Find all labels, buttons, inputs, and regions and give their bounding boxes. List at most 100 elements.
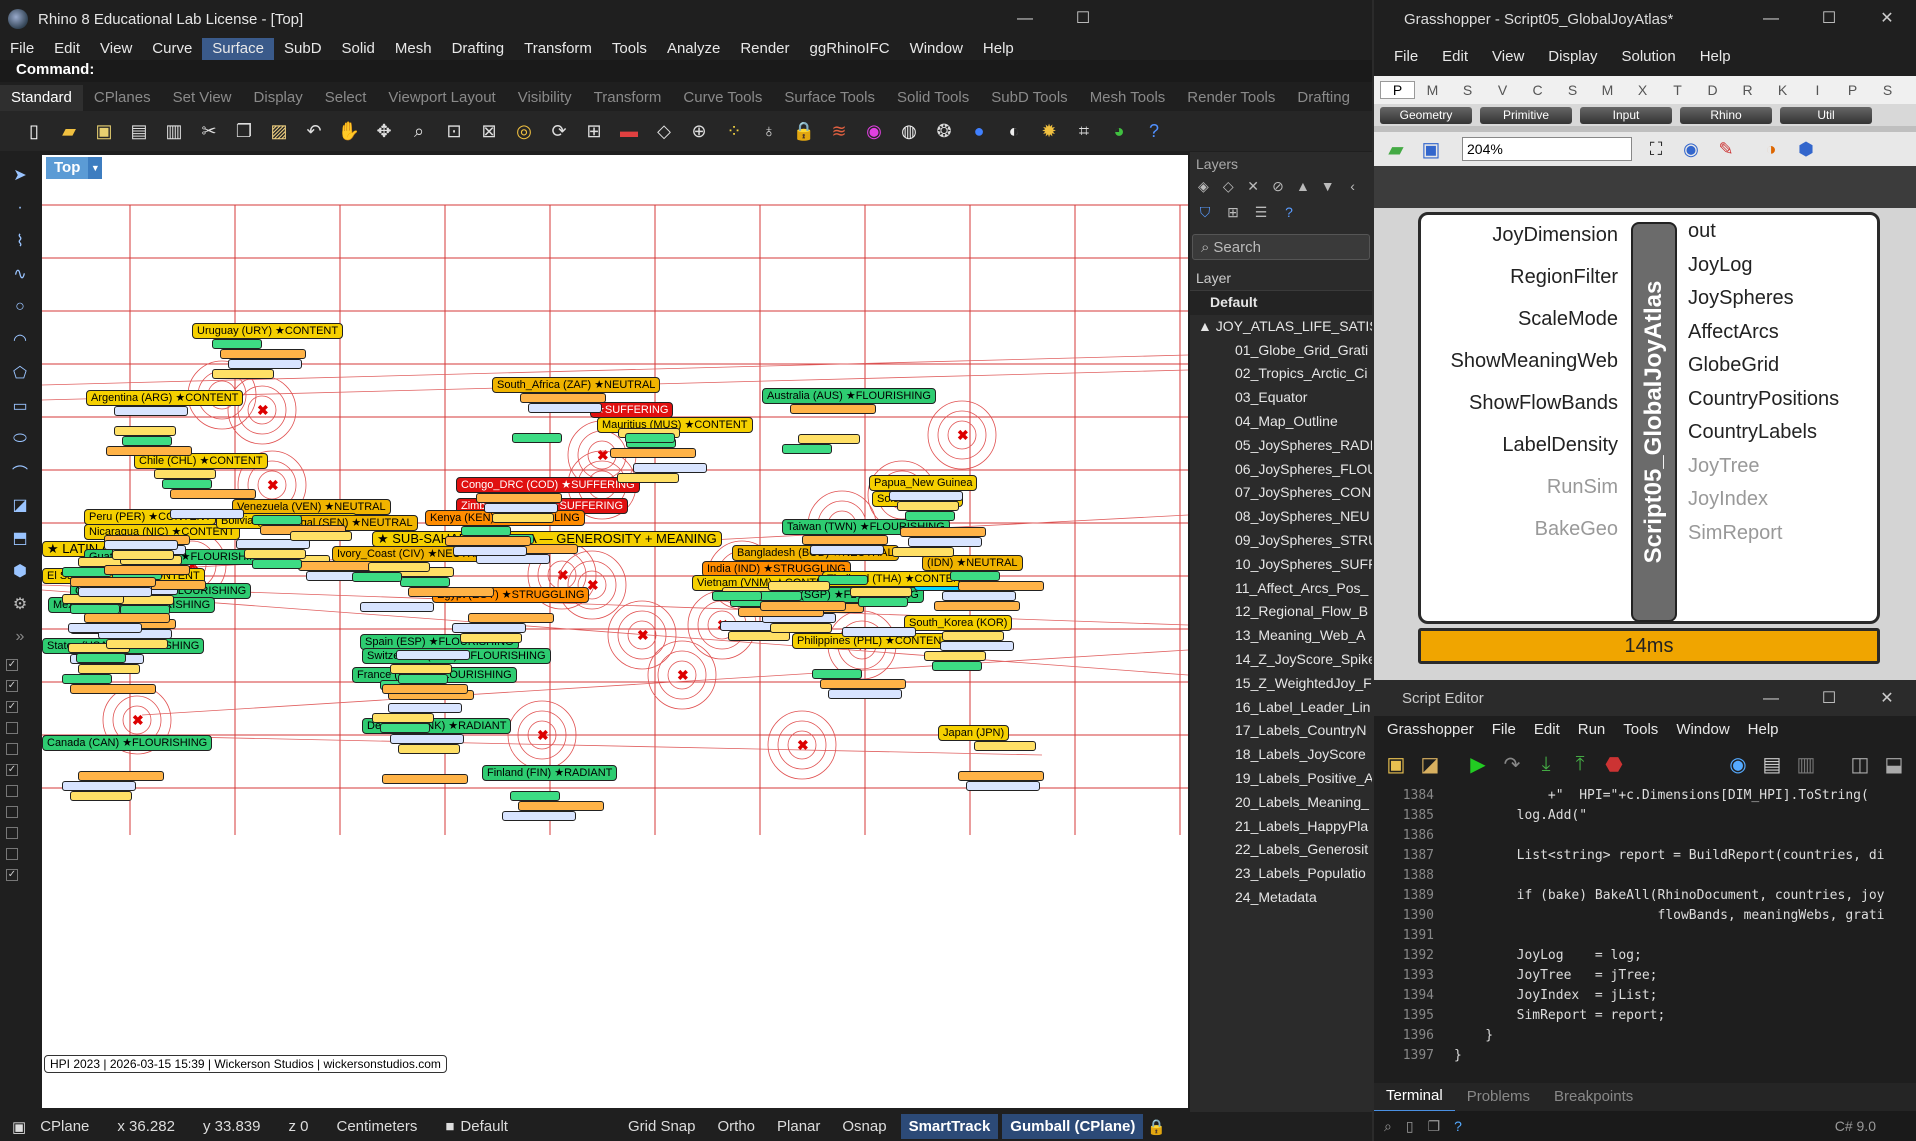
rotate-icon[interactable]: ⟳ [545,117,573,145]
gh-menu-display[interactable]: Display [1536,46,1609,68]
layer-color-swatch[interactable]: ■ [445,1118,454,1135]
new-layer-icon[interactable]: ◈ [1194,178,1213,200]
layer-item[interactable]: 14_Z_JoyScore_Spike [1190,648,1372,672]
split-panel-icon[interactable]: ◫ [1848,752,1872,777]
tab-curve-tools[interactable]: Curve Tools [672,85,773,111]
tab-visibility[interactable]: Visibility [507,85,583,111]
new-sublayer-icon[interactable]: ◇ [1219,178,1238,200]
gh-category-tab[interactable]: M [1590,82,1625,98]
se-menu-run[interactable]: Run [1569,719,1615,741]
se-package-icon[interactable]: ◪ [1418,752,1442,777]
tab-terminal[interactable]: Terminal [1374,1082,1455,1112]
checkbox-8[interactable] [6,806,18,818]
paste-icon[interactable]: ▨ [265,117,293,145]
expand-icon[interactable]: » [7,624,33,650]
print-icon[interactable]: ▤ [125,117,153,145]
arc-icon[interactable]: ◠ [7,327,33,353]
smarttrack-toggle[interactable]: SmartTrack [900,1114,999,1139]
zoom-icon[interactable]: ⌕ [405,117,433,145]
checkbox-4[interactable] [6,722,18,734]
se-menu-file[interactable]: File [1483,719,1525,741]
checkbox-7[interactable] [6,785,18,797]
se-menu-edit[interactable]: Edit [1525,719,1569,741]
gh-category-tab[interactable]: P [1380,81,1415,99]
menu-tools[interactable]: Tools [602,38,657,60]
tab-transform[interactable]: Transform [583,85,673,111]
panel-toggle-icon[interactable]: ▣ [12,1118,26,1136]
cut-icon[interactable]: ✂ [195,117,223,145]
checkbox-9[interactable] [6,827,18,839]
gh-category-tab[interactable]: T [1660,82,1695,98]
layer-help-icon[interactable]: ? [1278,204,1300,226]
gh-category-tab[interactable]: R [1730,82,1765,98]
gh-menu-view[interactable]: View [1480,46,1536,68]
component-input[interactable]: JoyDimension [1492,224,1618,247]
se-minimize-button[interactable]: — [1742,680,1800,716]
gh-category-tab[interactable]: S [1870,82,1905,98]
car-icon[interactable]: ▬ [615,117,643,145]
menu-subd[interactable]: SubD [274,38,332,60]
command-line[interactable]: Command: [0,60,1372,82]
tab-render-tools[interactable]: Render Tools [1176,85,1286,111]
menu-surface[interactable]: Surface [202,38,274,60]
menu-analyze[interactable]: Analyze [657,38,730,60]
tab-problems[interactable]: Problems [1455,1083,1542,1111]
gh-category-tab[interactable]: C [1520,82,1555,98]
fillet-icon[interactable]: ⌒ [7,459,33,485]
component-output[interactable]: CountryPositions [1688,388,1839,411]
save-icon[interactable]: ▣ [90,117,118,145]
layer-item[interactable]: 16_Label_Leader_Lin [1190,696,1372,720]
gh-zoom-field[interactable]: 204% [1462,137,1632,161]
checkbox-6[interactable]: ✓ [6,764,18,776]
select-points-icon[interactable]: ⁘ [720,117,748,145]
step-into-icon[interactable]: ⤓ [1534,753,1558,776]
sphere-icon[interactable]: ◍ [895,117,923,145]
layer-filter-icon[interactable]: ⊘ [1269,178,1288,200]
viewport-tab[interactable]: Top ▼ [46,157,103,179]
layer-item[interactable]: 05_JoySpheres_RADI [1190,434,1372,458]
gh-mesh-preview-icon[interactable]: ⬢ [1792,135,1820,163]
status-cplane[interactable]: CPlane [40,1118,89,1135]
layer-item[interactable]: 08_JoySpheres_NEU [1190,505,1372,529]
open-file-icon[interactable]: ▰ [55,117,83,145]
gh-sketch-icon[interactable]: ✎ [1712,135,1740,163]
tab-surface-tools[interactable]: Surface Tools [773,85,886,111]
checkbox-3[interactable]: ✓ [6,701,18,713]
se-file-icon[interactable]: ▯ [1406,1118,1414,1135]
gh-menu-file[interactable]: File [1382,46,1430,68]
polyline-icon[interactable]: ⌇ [7,228,33,254]
render-icon[interactable]: ● [965,117,993,145]
gh-open-icon[interactable]: ▰ [1382,135,1410,163]
gh-category-tab[interactable]: V [1485,82,1520,98]
checkbox-11[interactable]: ✓ [6,869,18,881]
layer-item[interactable]: 10_JoySpheres_SUFF [1190,553,1372,577]
point-icon[interactable]: · [7,195,33,221]
lock-icon[interactable]: 🔒 [1147,1118,1166,1136]
script-component[interactable]: Script05_GlobalJoyAtlas JoyDimension Regi… [1418,212,1880,664]
layer-item[interactable]: 09_JoySpheres_STRU [1190,529,1372,553]
menu-help[interactable]: Help [973,38,1024,60]
gear-icon[interactable]: ⚙ [7,591,33,617]
gh-sub-primitive[interactable]: Primitive [1480,106,1572,124]
tab-mesh-tools[interactable]: Mesh Tools [1079,85,1177,111]
layer-item[interactable]: 15_Z_WeightedJoy_F [1190,672,1372,696]
rectangle-icon[interactable]: ▭ [7,393,33,419]
layer-parent[interactable]: ▲ JOY_ATLAS_LIFE_SATISF [1190,315,1372,339]
layer-item[interactable]: 12_Regional_Flow_B [1190,600,1372,624]
gh-sub-util[interactable]: Util [1780,106,1872,124]
gh-shaded-preview-icon[interactable]: ◑ [1757,135,1785,163]
menu-transform[interactable]: Transform [514,38,602,60]
watch-icon[interactable]: ◉ [1726,752,1750,777]
copy-icon[interactable]: ❐ [230,117,258,145]
document-icon[interactable]: ▤ [1760,752,1784,777]
menu-ggrhinoifc[interactable]: ggRhinoIFC [800,38,900,60]
menu-file[interactable]: File [0,38,44,60]
new-file-icon[interactable]: ▯ [20,117,48,145]
se-menu-grasshopper[interactable]: Grasshopper [1378,719,1483,741]
se-close-button[interactable]: ✕ [1858,680,1916,716]
grasshopper-icon[interactable]: ◕ [1105,117,1133,145]
script-component-name[interactable]: Script05_GlobalJoyAtlas [1631,222,1677,622]
color-wheel-icon[interactable]: ◉ [860,117,888,145]
se-maximize-button[interactable]: ☐ [1800,680,1858,716]
viewport-dropdown-icon[interactable]: ▼ [88,157,103,179]
